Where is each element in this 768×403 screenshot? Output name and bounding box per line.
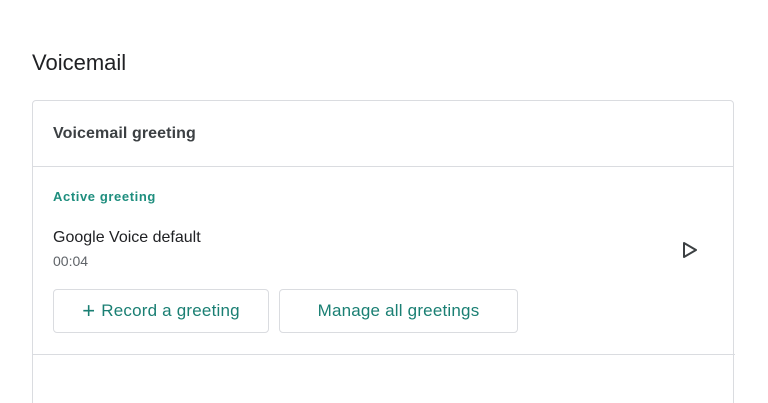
greeting-name: Google Voice default [53, 229, 201, 246]
record-greeting-label: Record a greeting [101, 301, 240, 320]
divider [33, 354, 735, 355]
voicemail-greeting-card: Voicemail greeting Active greeting Googl… [32, 100, 735, 403]
card-header-title: Voicemail greeting [53, 124, 196, 142]
card-header: Voicemail greeting [33, 101, 733, 167]
plus-icon: + [82, 298, 96, 323]
section-title: Voicemail [32, 50, 127, 75]
play-greeting-button[interactable] [677, 237, 703, 263]
voicemail-settings-page: Voicemail Voicemail greeting Active gree… [0, 0, 768, 403]
record-greeting-button[interactable]: + Record a greeting [53, 289, 269, 333]
manage-greetings-label: Manage all greetings [317, 301, 480, 320]
greeting-duration: 00:04 [53, 253, 89, 269]
play-icon [683, 242, 697, 258]
active-greeting-label: Active greeting [53, 189, 156, 204]
manage-greetings-button[interactable]: Manage all greetings [279, 289, 518, 333]
